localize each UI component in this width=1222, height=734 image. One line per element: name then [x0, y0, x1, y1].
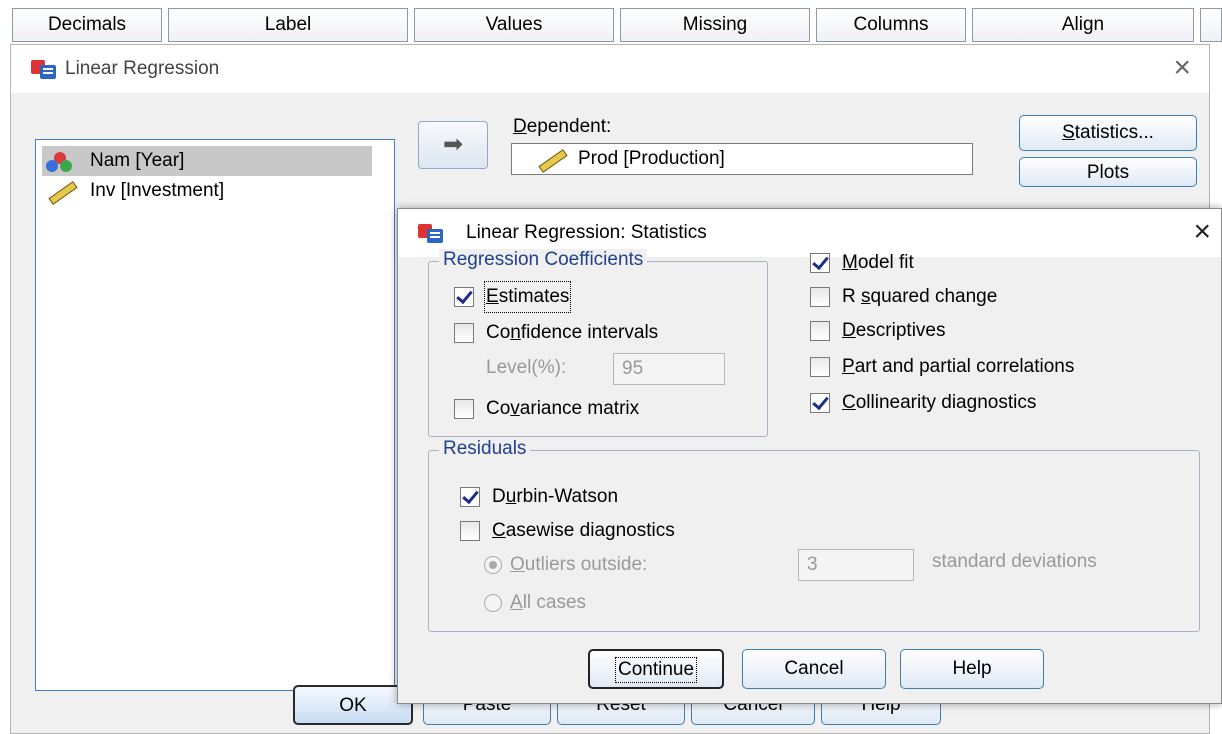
statistics-button[interactable]: Statistics...	[1019, 115, 1197, 151]
column-header-partial[interactable]	[1200, 8, 1222, 42]
variable-item-year[interactable]: Nam [Year]	[42, 146, 372, 176]
close-icon[interactable]: ×	[1173, 51, 1191, 85]
column-header-label[interactable]: Label	[168, 8, 408, 42]
window-title: Linear Regression	[65, 58, 220, 79]
checkbox-label: Durbin-Watson	[492, 486, 619, 507]
checkbox-unchecked-icon	[810, 287, 830, 307]
close-icon[interactable]: ×	[1193, 215, 1211, 249]
group-legend: Residuals	[439, 438, 531, 460]
cancel-button[interactable]: Cancel	[742, 649, 886, 689]
button-label: Continue	[614, 657, 698, 683]
checkbox-unchecked-icon	[810, 357, 830, 377]
dependent-field[interactable]: Prod [Production]	[511, 143, 973, 175]
checkbox-unchecked-icon	[810, 321, 830, 341]
dependent-value: Prod [Production]	[578, 148, 725, 169]
spss-app-icon	[418, 221, 444, 245]
scale-variable-icon	[46, 181, 78, 205]
variable-item-investment[interactable]: Inv [Investment]	[42, 176, 372, 206]
plots-button[interactable]: Plots	[1019, 157, 1197, 187]
checkbox-checked-icon	[810, 393, 830, 413]
radio-label: Outliers outside:	[510, 554, 648, 575]
column-header-missing[interactable]: Missing	[620, 8, 810, 42]
outliers-input[interactable]: 3	[798, 549, 914, 581]
data-editor-header: Decimals Label Values Missing Columns Al…	[0, 0, 1222, 44]
radio-selected-icon	[484, 556, 502, 574]
nominal-variable-icon	[46, 152, 74, 172]
group-legend: Regression Coefficients	[439, 249, 648, 271]
checkbox-label: Casewise diagnostics	[492, 520, 675, 541]
checkbox-label: Part and partial correlations	[842, 356, 1075, 377]
dependent-label: Dependent:	[513, 116, 612, 137]
column-header-decimals[interactable]: Decimals	[12, 8, 162, 42]
level-input[interactable]: 95	[613, 353, 725, 385]
dialog-title: Linear Regression: Statistics	[466, 222, 707, 243]
variable-list[interactable]: Nam [Year] Inv [Investment]	[35, 139, 395, 691]
column-header-align[interactable]: Align	[972, 8, 1194, 42]
checkbox-label: Model fit	[842, 252, 914, 273]
scale-variable-icon	[536, 149, 568, 173]
continue-button[interactable]: Continue	[588, 649, 724, 689]
checkbox-label: R squared change	[842, 286, 998, 307]
variable-label: Inv [Investment]	[90, 180, 225, 201]
checkbox-label: Confidence intervals	[486, 322, 659, 343]
ok-button[interactable]: OK	[293, 685, 413, 725]
outliers-unit-label: standard deviations	[932, 551, 1097, 572]
spss-app-icon	[31, 57, 57, 81]
checkbox-checked-icon	[454, 287, 474, 307]
help-button[interactable]: Help	[900, 649, 1044, 689]
checkbox-label: Descriptives	[842, 320, 946, 341]
checkbox-unchecked-icon	[454, 399, 474, 419]
checkbox-label: Estimates	[483, 281, 572, 313]
window-title-bar: Linear Regression ×	[11, 45, 1209, 93]
checkbox-label: Collinearity diagnostics	[842, 392, 1037, 413]
move-to-dependent-button[interactable]: ➡	[418, 121, 488, 169]
column-header-columns[interactable]: Columns	[816, 8, 966, 42]
variable-label: Nam [Year]	[90, 150, 185, 171]
radio-label: All cases	[510, 592, 587, 613]
checkbox-checked-icon	[460, 487, 480, 507]
checkbox-checked-icon	[810, 253, 830, 273]
statistics-dialog: Linear Regression: Statistics × Regressi…	[397, 208, 1222, 704]
checkbox-unchecked-icon	[460, 521, 480, 541]
level-label: Level(%):	[486, 357, 567, 378]
checkbox-unchecked-icon	[454, 323, 474, 343]
column-header-values[interactable]: Values	[414, 8, 614, 42]
checkbox-label: Covariance matrix	[486, 398, 640, 419]
radio-unselected-icon	[484, 594, 502, 612]
arrow-right-icon: ➡	[442, 131, 464, 158]
